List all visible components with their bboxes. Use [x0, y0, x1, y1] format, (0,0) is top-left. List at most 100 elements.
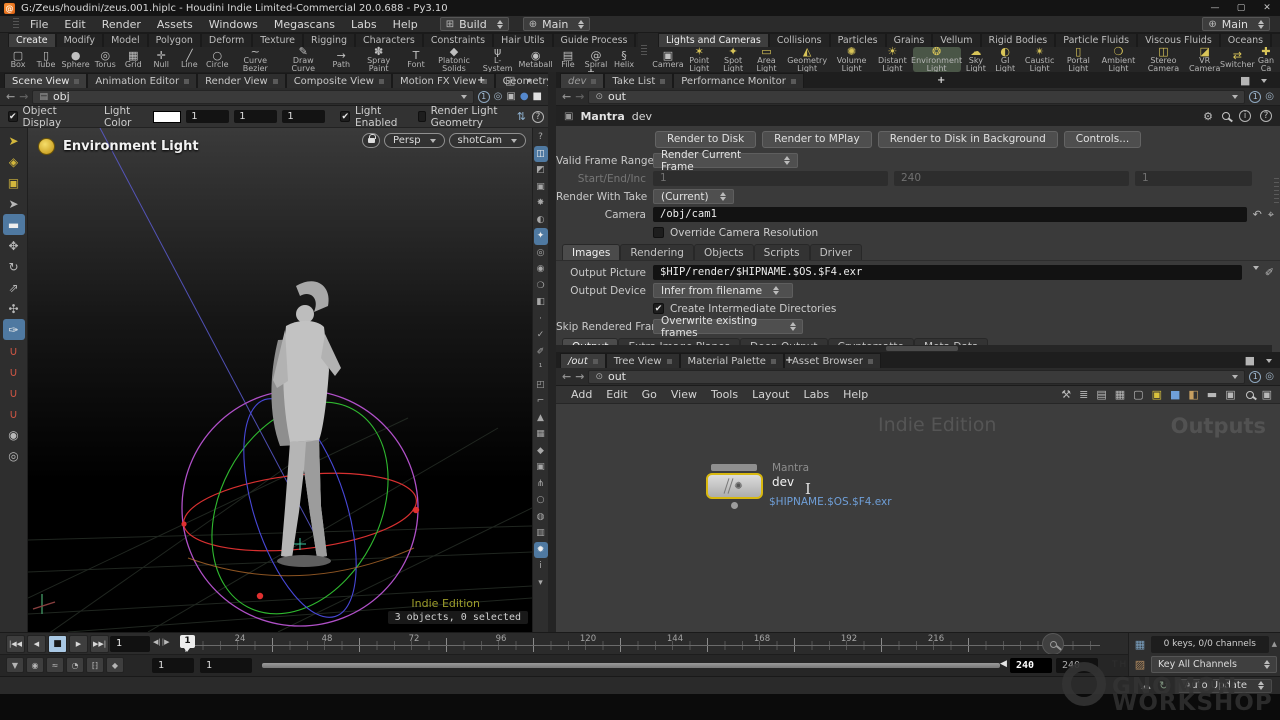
viewport-tool-icon[interactable]: ∪ [3, 382, 25, 403]
display-option-icon[interactable]: ❍ [534, 278, 548, 295]
link-number-badge[interactable]: 1 [1249, 91, 1261, 103]
geometry-cube-icon[interactable]: ▣ [506, 91, 515, 102]
viewport-tool-icon[interactable]: ✥ [3, 235, 25, 256]
shelf-tool[interactable]: ▯ Tube [32, 47, 60, 72]
param-tab[interactable]: Objects [694, 244, 754, 260]
display-dot-icon[interactable]: ● [520, 91, 529, 102]
shelf-tool[interactable]: ╱ Line [175, 47, 203, 72]
network-toolbar-icon[interactable]: ⚒ [1061, 388, 1071, 401]
render-button[interactable]: Controls... [1064, 131, 1141, 148]
pane-split-icon[interactable]: ◫ [505, 74, 515, 87]
shelf-tab[interactable]: Particles [830, 33, 886, 47]
menu-item[interactable]: Go [635, 388, 664, 401]
keyframe-dot-icon[interactable]: ◆ [106, 657, 124, 673]
shelf-tool[interactable]: ❂ Environment Light [913, 47, 961, 72]
pane-tab[interactable]: /out [560, 353, 606, 368]
back-icon[interactable]: ← [562, 90, 571, 103]
shelf-tab[interactable]: Rigging [303, 33, 355, 47]
viewport-tool-icon[interactable]: ∪ [3, 403, 25, 424]
prev-frame-button[interactable]: ◀| [153, 638, 161, 646]
viewport-tool-icon[interactable]: ◎ [3, 445, 25, 466]
network-toolbar-icon[interactable]: ▦ [1115, 388, 1125, 401]
shelf-tool[interactable]: ✎ Draw Curve [279, 47, 327, 72]
shelf-tab[interactable]: Pyro FX [1271, 33, 1280, 47]
menu-item[interactable]: Tools [704, 388, 745, 401]
add-pane-tab-button[interactable]: + [778, 353, 800, 368]
display-option-icon[interactable]: ✓ [534, 327, 548, 344]
realtime-clock-icon[interactable]: ◔ [66, 657, 84, 673]
valid-frame-range-dropdown[interactable]: Render Current Frame [653, 153, 798, 168]
display-option-icon[interactable]: i [534, 558, 548, 575]
shelf-tool[interactable]: ◭ Geometry Light [783, 47, 831, 72]
tab-marker-icon[interactable] [74, 79, 79, 84]
display-option-icon[interactable]: ◐ [534, 212, 548, 229]
display-option-icon[interactable]: ○ [534, 492, 548, 509]
display-options-icon[interactable]: ⇅ [517, 110, 526, 123]
pane-tab[interactable]: Composite View [286, 73, 392, 88]
pane-menu-arrow-icon[interactable] [1266, 359, 1272, 363]
menu-item[interactable]: Layout [745, 388, 796, 401]
menu-item[interactable]: Labs [797, 388, 837, 401]
shotcam-selector-pill[interactable]: shotCam [449, 133, 526, 148]
tab-marker-icon[interactable] [771, 359, 776, 364]
shelf-tool[interactable]: ◪ VR Camera [1187, 47, 1223, 72]
global-range-start-field[interactable]: 1 [152, 658, 194, 673]
network-toolbar-icon[interactable]: ◧ [1188, 388, 1198, 401]
shelf-tool[interactable]: ◫ Stereo Camera [1140, 47, 1186, 72]
display-option-icon[interactable]: ◎ [534, 245, 548, 262]
viewport-tool-icon[interactable]: ▣ [3, 172, 25, 193]
horizontal-scrollbar[interactable] [556, 345, 1272, 352]
tab-marker-icon[interactable] [593, 359, 598, 364]
scoped-channels-icon[interactable]: ▦ [1132, 638, 1148, 651]
shelf-tool[interactable]: ✦ Spot Light [716, 47, 749, 72]
network-toolbar-icon[interactable]: ≣ [1079, 388, 1088, 401]
display-option-icon[interactable]: ▾ [534, 575, 548, 592]
light-enabled-checkbox[interactable]: ✔ [340, 111, 350, 122]
param-tab[interactable]: Images [562, 244, 620, 260]
desktop-selector[interactable]: ⊞ Build [440, 17, 509, 31]
menu-item[interactable]: Edit [599, 388, 634, 401]
network-overview-icon[interactable]: ▣ [1262, 388, 1272, 401]
node-name-field[interactable]: dev [632, 110, 652, 123]
display-option-icon[interactable]: ◧ [534, 294, 548, 311]
display-option-icon[interactable]: ◆ [534, 443, 548, 460]
chevron-down-icon[interactable] [1253, 266, 1259, 270]
end-field[interactable]: 240 [894, 171, 1129, 186]
display-option-icon[interactable]: ◰ [534, 377, 548, 394]
playhead-marker[interactable]: 1 [180, 635, 195, 648]
shelf-tool[interactable]: ▯ Portal Light [1060, 47, 1097, 72]
render-button[interactable]: Render to Disk [655, 131, 756, 148]
mantra-node[interactable]: ✺ [706, 473, 763, 499]
skip-rendered-frames-dropdown[interactable]: Overwrite existing frames [653, 319, 803, 334]
viewport-tool-icon[interactable]: ➤ [3, 130, 25, 151]
menu-item[interactable]: Render [94, 18, 149, 31]
light-color-r-field[interactable]: 1 [186, 110, 229, 123]
shelf-tool[interactable]: ○ Circle [203, 47, 231, 72]
shelf-tab[interactable]: Characters [355, 33, 423, 47]
network-toolbar-icon[interactable]: ▬ [1207, 388, 1217, 401]
shelf-tool[interactable]: ✴ Caustic Light [1019, 47, 1060, 72]
set-key-button[interactable] [1042, 633, 1064, 655]
pane-split-icon[interactable]: ■ [1245, 354, 1255, 367]
shelf-tool[interactable]: ψ L-System [478, 47, 517, 72]
network-toolbar-icon[interactable]: ▢ [1133, 388, 1143, 401]
light-color-g-field[interactable]: 1 [234, 110, 277, 123]
display-option-icon[interactable]: ◍ [534, 509, 548, 526]
display-option-icon[interactable]: ✹ [534, 542, 548, 559]
pane-tab[interactable]: Tree View [606, 353, 680, 368]
display-option-icon[interactable]: ⌐ [534, 393, 548, 410]
network-canvas[interactable]: Indie Edition Outputs ✺ Mantra dev $HIPN… [556, 404, 1280, 632]
pane-tab[interactable]: Take List [604, 73, 673, 88]
play-button[interactable]: ▶ [69, 635, 88, 653]
menu-grip-handle[interactable] [13, 18, 19, 30]
menu-item[interactable]: Help [836, 388, 875, 401]
display-option-icon[interactable]: ✐ [534, 344, 548, 361]
range-brackets-icon[interactable]: ⁅⁆ [86, 657, 104, 673]
key-mode-dropdown[interactable]: Key All Channels [1151, 656, 1277, 673]
scene-viewport[interactable]: Environment Light Persp shotCam Indie Ed… [28, 128, 532, 632]
add-pane-tab-button[interactable]: + [930, 73, 952, 88]
display-option-icon[interactable]: ◫ [534, 146, 548, 163]
update-mode-dropdown[interactable]: Auto Update [1176, 679, 1272, 693]
shelf-tab[interactable]: Collisions [769, 33, 830, 47]
pane-tab[interactable]: Material Palette [680, 353, 784, 368]
